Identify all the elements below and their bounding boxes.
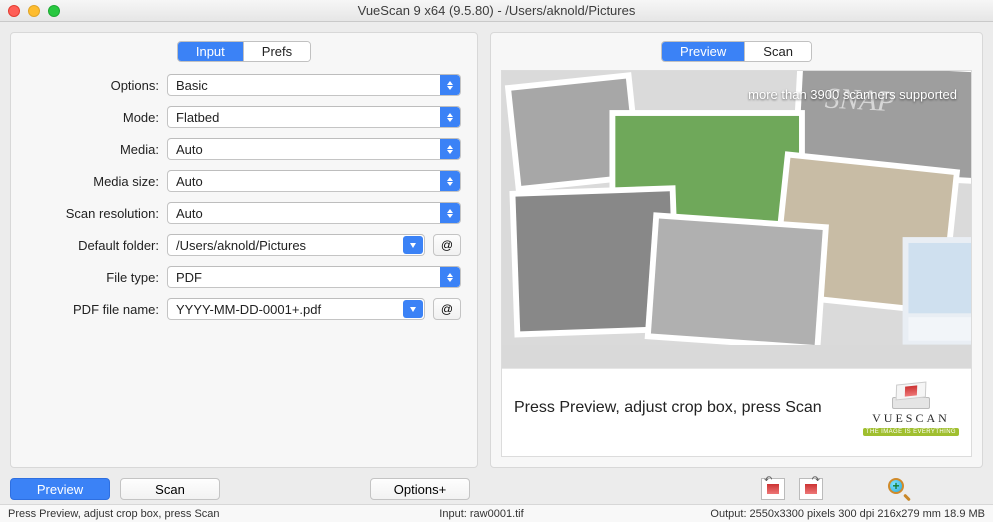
- window-title: VueScan 9 x64 (9.5.80) - /Users/aknold/P…: [0, 3, 993, 18]
- vuescan-logo: VUESCAN THE IMAGE IS EVERYTHING: [863, 379, 959, 436]
- status-right: Output: 2550x3300 pixels 300 dpi 216x279…: [655, 508, 985, 520]
- browse-folder-button[interactable]: @: [433, 234, 461, 256]
- photo-collage-icon: SNAP: [502, 71, 971, 345]
- traffic-lights: [8, 5, 60, 17]
- window-titlebar: VueScan 9 x64 (9.5.80) - /Users/aknold/P…: [0, 0, 993, 22]
- zoom-in-button[interactable]: +: [885, 476, 913, 502]
- preview-hint-text: Press Preview, adjust crop box, press Sc…: [514, 399, 822, 417]
- browse-file-button[interactable]: @: [433, 298, 461, 320]
- chevron-updown-icon: [440, 139, 460, 159]
- combo-default-folder[interactable]: /Users/aknold/Pictures: [167, 234, 425, 256]
- select-media-size[interactable]: Auto: [167, 170, 461, 192]
- settings-panel: Input Prefs Options: Basic Mode: Flatbed: [10, 32, 478, 468]
- close-window-icon[interactable]: [8, 5, 20, 17]
- bottom-button-bar: Preview Scan Options+ ↶ ↷ +: [0, 472, 993, 504]
- label-mode: Mode:: [19, 110, 159, 125]
- left-segmented-control: Input Prefs: [177, 41, 311, 62]
- select-options[interactable]: Basic: [167, 74, 461, 96]
- combo-pdf-file-name[interactable]: YYYY-MM-DD-0001+.pdf: [167, 298, 425, 320]
- brand-name: VUESCAN: [872, 411, 950, 426]
- select-media[interactable]: Auto: [167, 138, 461, 160]
- options-plus-button[interactable]: Options+: [370, 478, 470, 500]
- select-scan-resolution[interactable]: Auto: [167, 202, 461, 224]
- rotate-right-icon: ↷: [799, 478, 823, 500]
- settings-form: Options: Basic Mode: Flatbed Media: Auto: [11, 70, 477, 330]
- right-segmented-control: Preview Scan: [661, 41, 812, 62]
- tab-preview[interactable]: Preview: [662, 42, 744, 61]
- chevron-updown-icon: [440, 203, 460, 223]
- chevron-down-icon: [403, 236, 423, 254]
- rotate-left-button[interactable]: ↶: [759, 476, 787, 502]
- select-mode[interactable]: Flatbed: [167, 106, 461, 128]
- scanner-icon: [892, 379, 930, 409]
- right-tabbar: Preview Scan: [491, 33, 982, 70]
- label-default-folder: Default folder:: [19, 238, 159, 253]
- label-file-type: File type:: [19, 270, 159, 285]
- tab-scan[interactable]: Scan: [744, 42, 811, 61]
- label-media: Media:: [19, 142, 159, 157]
- preview-area: SNAP more than 3900 scanners supported P…: [501, 70, 972, 457]
- select-file-type[interactable]: PDF: [167, 266, 461, 288]
- label-scan-resolution: Scan resolution:: [19, 206, 159, 221]
- scan-button[interactable]: Scan: [120, 478, 220, 500]
- preview-image[interactable]: SNAP more than 3900 scanners supported: [502, 71, 971, 369]
- preview-button[interactable]: Preview: [10, 478, 110, 500]
- zoom-window-icon[interactable]: [48, 5, 60, 17]
- rotate-left-icon: ↶: [761, 478, 785, 500]
- preview-overlay-text: more than 3900 scanners supported: [748, 87, 957, 102]
- chevron-updown-icon: [440, 171, 460, 191]
- preview-panel: Preview Scan SNAP more than 3900 scanner…: [490, 32, 983, 468]
- tab-prefs[interactable]: Prefs: [243, 42, 310, 61]
- chevron-updown-icon: [440, 107, 460, 127]
- main-content: Input Prefs Options: Basic Mode: Flatbed: [0, 22, 993, 472]
- status-left: Press Preview, adjust crop box, press Sc…: [8, 508, 308, 520]
- rotate-right-button[interactable]: ↷: [797, 476, 825, 502]
- minimize-window-icon[interactable]: [28, 5, 40, 17]
- tab-input[interactable]: Input: [178, 42, 243, 61]
- brand-tagline: THE IMAGE IS EVERYTHING: [863, 428, 959, 436]
- chevron-down-icon: [403, 300, 423, 318]
- left-tabbar: Input Prefs: [11, 33, 477, 70]
- magnifier-plus-icon: +: [888, 478, 910, 500]
- chevron-updown-icon: [440, 267, 460, 287]
- preview-hint-row: Press Preview, adjust crop box, press Sc…: [502, 369, 971, 456]
- status-center: Input: raw0001.tif: [308, 508, 655, 520]
- status-bar: Press Preview, adjust crop box, press Sc…: [0, 504, 993, 522]
- label-options: Options:: [19, 78, 159, 93]
- chevron-updown-icon: [440, 75, 460, 95]
- label-media-size: Media size:: [19, 174, 159, 189]
- label-pdf-file-name: PDF file name:: [19, 302, 159, 317]
